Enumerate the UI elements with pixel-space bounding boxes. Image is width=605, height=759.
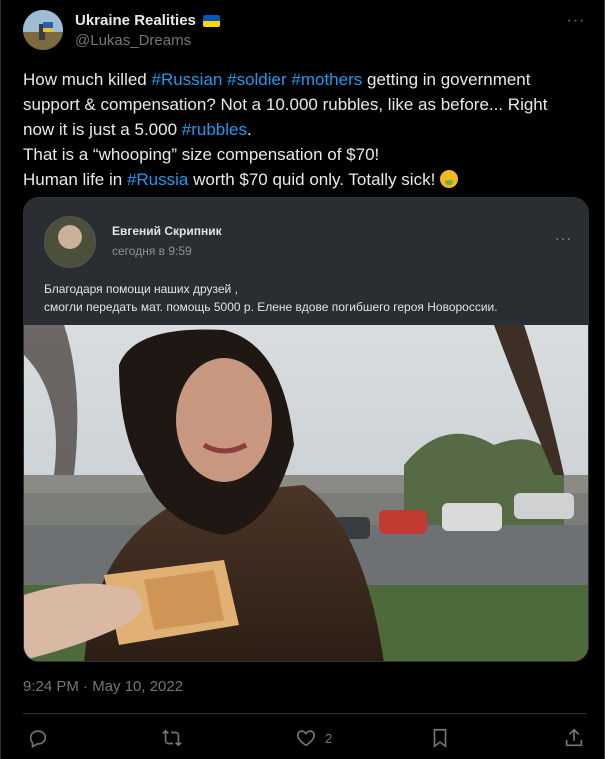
- heart-icon: [296, 730, 316, 747]
- tweet-text-segment: How much killed: [23, 70, 152, 89]
- tweet-text-segment: support & compensation? Not a 10.000 rub…: [23, 95, 548, 114]
- reply-button[interactable]: [27, 724, 49, 752]
- tweet-text-line: That is a “whooping” size compensation o…: [23, 142, 588, 167]
- tweet-text: How much killed #Russian #soldier #mothe…: [23, 67, 588, 192]
- bookmark-button[interactable]: [429, 724, 451, 752]
- share-icon: [565, 728, 583, 747]
- like-count: 2: [325, 730, 333, 746]
- tweet-text-segment: getting in government: [362, 70, 531, 89]
- author-name[interactable]: Ukraine Realities: [75, 12, 220, 29]
- tweet-text-line: now it is just a 5.000 #rubbles.: [23, 117, 588, 142]
- tweet-text-segment: .: [246, 120, 252, 139]
- like-button[interactable]: 2: [295, 724, 332, 752]
- hashtag-link[interactable]: #rubbles: [182, 120, 247, 139]
- hashtag-link[interactable]: #Russian: [152, 70, 223, 89]
- tweet-text-line: Human life in #Russia worth $70 quid onl…: [23, 167, 588, 192]
- tweet-text-segment: now it is just a 5.000: [23, 120, 182, 139]
- embedded-text-line: смогли передать мат. помощь 5000 р. Елен…: [44, 300, 498, 314]
- tweet-text-line: support & compensation? Not a 10.000 rub…: [23, 92, 588, 117]
- hashtag-link[interactable]: #mothers: [291, 70, 362, 89]
- reply-icon: [29, 730, 47, 749]
- divider: [23, 713, 586, 714]
- embedded-text-line: Благодаря помощи наших друзей ,: [44, 282, 238, 296]
- share-button[interactable]: [563, 724, 585, 752]
- tweet-detail: Ukraine Realities @Lukas_Dreams ··· How …: [0, 0, 605, 759]
- more-horizontal-icon[interactable]: ···: [566, 12, 586, 32]
- embedded-more-icon: ···: [555, 230, 572, 246]
- tweet-header: Ukraine Realities @Lukas_Dreams ···: [23, 10, 586, 54]
- retweet-button[interactable]: [161, 724, 183, 752]
- tweet-actions: 2: [23, 724, 588, 752]
- embedded-photo: [24, 325, 588, 661]
- tweet-text-segment: worth $70 quid only. Totally sick!: [188, 170, 441, 189]
- author-handle[interactable]: @Lukas_Dreams: [75, 32, 191, 49]
- bookmark-icon: [433, 728, 447, 748]
- tweet-timestamp[interactable]: 9:24 PM · May 10, 2022: [23, 678, 183, 695]
- embedded-post-text: Благодаря помощи наших друзей , смогли п…: [44, 280, 498, 316]
- nauseated-face-icon: [440, 170, 459, 188]
- retweet-icon: [162, 729, 182, 747]
- author-name-text[interactable]: Ukraine Realities: [75, 12, 196, 29]
- ukraine-flag-icon: [202, 14, 220, 27]
- embedded-post: Евгений Скрипник сегодня в 9:59 ··· Благ…: [24, 198, 588, 325]
- media-image[interactable]: Евгений Скрипник сегодня в 9:59 ··· Благ…: [23, 197, 589, 662]
- tweet-text-segment: That is a “whooping” size compensation o…: [23, 145, 380, 164]
- avatar[interactable]: [23, 10, 63, 50]
- tweet-text-line: How much killed #Russian #soldier #mothe…: [23, 67, 588, 92]
- hashtag-link[interactable]: #soldier: [227, 70, 287, 89]
- tweet-text-segment: Human life in: [23, 170, 127, 189]
- embedded-author-name: Евгений Скрипник: [112, 224, 222, 238]
- hashtag-link[interactable]: #Russia: [127, 170, 188, 189]
- embedded-avatar: [44, 216, 96, 268]
- embedded-post-time: сегодня в 9:59: [112, 244, 192, 258]
